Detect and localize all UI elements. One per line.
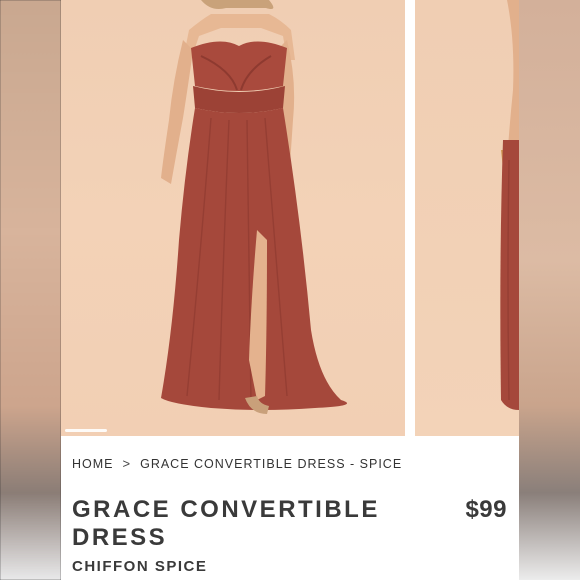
breadcrumb: HOME > GRACE CONVERTIBLE DRESS - SPICE [72,456,402,471]
product-photo-main[interactable] [61,0,405,436]
product-title: GRACE CONVERTIBLE DRESS [72,496,380,551]
blurred-backdrop-right [519,0,580,580]
breadcrumb-current: GRACE CONVERTIBLE DRESS - SPICE [140,456,403,471]
gallery-scroll-indicator [65,429,107,432]
product-subtitle: CHIFFON SPICE [72,558,208,575]
product-card: HOME > GRACE CONVERTIBLE DRESS - SPICE G… [61,0,519,580]
blurred-backdrop-left [0,0,61,580]
chevron-right-icon: > [122,456,132,471]
product-price: $99 [465,496,507,523]
breadcrumb-home-link[interactable]: HOME [72,457,114,471]
model-in-dress-illustration [161,0,348,414]
image-gallery[interactable] [61,0,519,436]
product-photo-next[interactable] [415,0,519,436]
model-side-illustration [500,0,519,410]
